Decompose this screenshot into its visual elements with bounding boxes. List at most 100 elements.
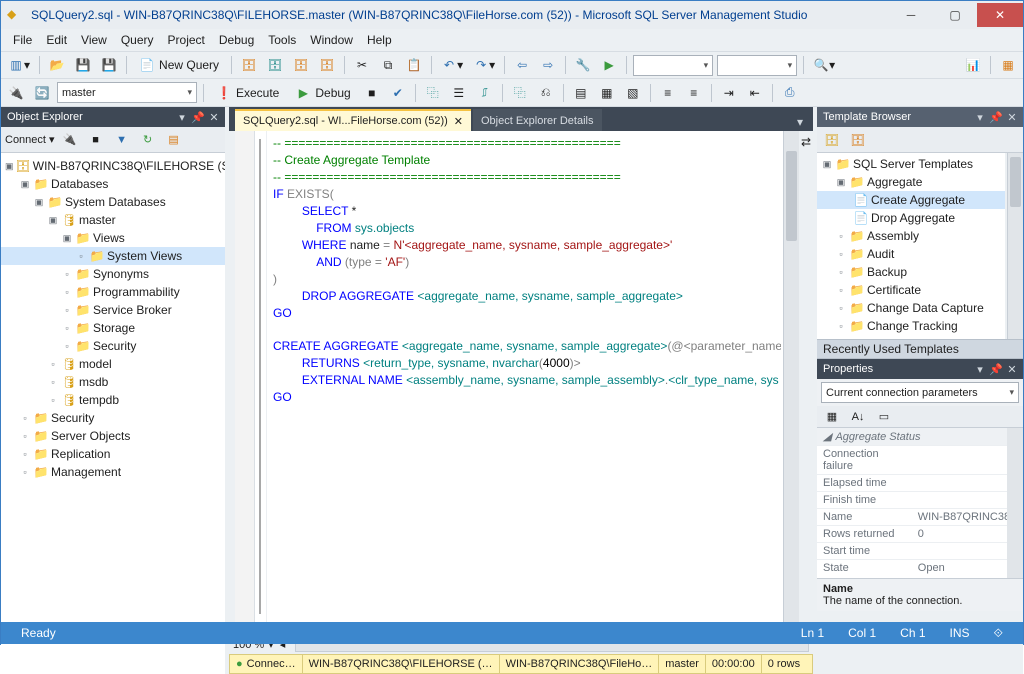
tmpl-create-aggregate[interactable]: 📄Create Aggregate xyxy=(817,191,1005,209)
tmpl-aggregate[interactable]: ▣📁Aggregate xyxy=(817,173,1005,191)
paste-icon[interactable]: 📋 xyxy=(403,54,425,76)
properties-icon[interactable]: 🔧 xyxy=(572,54,594,76)
uncomment-icon[interactable]: ≡ xyxy=(683,82,705,104)
save-icon[interactable]: 💾 xyxy=(72,54,94,76)
cancel-query-icon[interactable]: ■ xyxy=(361,82,383,104)
tree-tempdb[interactable]: ▫🛢tempdb xyxy=(1,391,225,409)
dmx-query-icon[interactable]: 🗄 xyxy=(290,54,312,76)
find-icon[interactable]: 🔍▾ xyxy=(810,54,838,76)
solution-config-combo[interactable] xyxy=(633,55,713,76)
oe-refresh-icon[interactable]: ↻ xyxy=(137,129,159,151)
tree-servicebroker[interactable]: ▫📁Service Broker xyxy=(1,301,225,319)
tree-programmability[interactable]: ▫📁Programmability xyxy=(1,283,225,301)
tmpl-assembly[interactable]: ▫📁Assembly xyxy=(817,227,1005,245)
tmpl-backup[interactable]: ▫📁Backup xyxy=(817,263,1005,281)
database-combo[interactable]: master xyxy=(57,82,197,103)
tree-server-objects[interactable]: ▫📁Server Objects xyxy=(1,427,225,445)
tree-security[interactable]: ▫📁Security xyxy=(1,409,225,427)
status-resize-icon[interactable]: ⟐ xyxy=(982,626,1015,641)
tmpl-pin-icon[interactable]: 📌 xyxy=(989,111,1003,124)
tree-storage[interactable]: ▫📁Storage xyxy=(1,319,225,337)
props-pages-icon[interactable]: ▭ xyxy=(873,406,895,428)
template-values-icon[interactable]: ⎙ xyxy=(779,82,801,104)
tree-msdb[interactable]: ▫🛢msdb xyxy=(1,373,225,391)
props-dropdown-icon[interactable]: ▾ xyxy=(973,363,987,376)
tmpl-as-icon[interactable]: 🗄 xyxy=(847,129,869,151)
menu-project[interactable]: Project xyxy=(162,31,211,49)
menu-edit[interactable]: Edit xyxy=(40,31,73,49)
tree-model[interactable]: ▫🛢model xyxy=(1,355,225,373)
tmpl-vscroll[interactable] xyxy=(1007,153,1023,339)
copy-icon[interactable]: ⧉ xyxy=(377,54,399,76)
menu-file[interactable]: File xyxy=(7,31,38,49)
menu-tools[interactable]: Tools xyxy=(262,31,302,49)
tmpl-dropdown-icon[interactable]: ▾ xyxy=(973,111,987,124)
as-query-icon[interactable]: 🗄 xyxy=(264,54,286,76)
tree-server-root[interactable]: ▣🗄WIN-B87QRINC38Q\FILEHORSE (SQL Ser xyxy=(1,157,225,175)
menu-debug[interactable]: Debug xyxy=(213,31,260,49)
props-vscroll[interactable] xyxy=(1007,428,1023,578)
actual-plan-icon[interactable]: ⿻ xyxy=(509,82,531,104)
tree-master[interactable]: ▣🛢master xyxy=(1,211,225,229)
registered-servers-icon[interactable]: ▦ xyxy=(997,54,1019,76)
menu-window[interactable]: Window xyxy=(304,31,359,49)
results-to-file-icon[interactable]: ▧ xyxy=(622,82,644,104)
db-disconnected-icon[interactable]: 🔌 xyxy=(5,82,27,104)
tmpl-sqlserver-icon[interactable]: 🗄 xyxy=(821,129,843,151)
tree-databases[interactable]: ▣📁Databases xyxy=(1,175,225,193)
tmpl-root[interactable]: ▣📁SQL Server Templates xyxy=(817,155,1005,173)
template-tree[interactable]: ▣📁SQL Server Templates ▣📁Aggregate 📄Crea… xyxy=(817,153,1005,339)
redo-icon[interactable]: ↷▾ xyxy=(470,54,498,76)
props-close-icon[interactable]: ✕ xyxy=(1005,363,1019,376)
tab-sqlquery2[interactable]: SQLQuery2.sql - WI...FileHorse.com (52))… xyxy=(235,109,471,131)
db-engine-query-icon[interactable]: 🗄 xyxy=(238,54,260,76)
tree-replication[interactable]: ▫📁Replication xyxy=(1,445,225,463)
nav-back-icon[interactable]: ⇦ xyxy=(511,54,533,76)
tmpl-certificate[interactable]: ▫📁Certificate xyxy=(817,281,1005,299)
tmpl-audit[interactable]: ▫📁Audit xyxy=(817,245,1005,263)
save-all-icon[interactable]: 💾 xyxy=(98,54,120,76)
tree-system-views[interactable]: ▫📁System Views xyxy=(1,247,225,265)
oe-disconnect-icon[interactable]: 🔌 xyxy=(59,129,81,151)
editor-vscroll[interactable] xyxy=(783,131,799,634)
open-file-icon[interactable]: 📂 xyxy=(46,54,68,76)
outdent-icon[interactable]: ⇤ xyxy=(744,82,766,104)
tree-synonyms[interactable]: ▫📁Synonyms xyxy=(1,265,225,283)
menu-query[interactable]: Query xyxy=(115,31,160,49)
minimize-button[interactable]: ─ xyxy=(889,3,933,27)
tmpl-drop-aggregate[interactable]: 📄Drop Aggregate xyxy=(817,209,1005,227)
undo-icon[interactable]: ↶▾ xyxy=(438,54,466,76)
comment-icon[interactable]: ≡ xyxy=(657,82,679,104)
execute-button[interactable]: ❗Execute xyxy=(210,82,285,104)
intellisense-icon[interactable]: ⎎ xyxy=(474,82,496,104)
indent-icon[interactable]: ⇥ xyxy=(718,82,740,104)
solution-platform-combo[interactable] xyxy=(717,55,797,76)
query-options-icon[interactable]: ☰ xyxy=(448,82,470,104)
editor-nav-icon[interactable]: ⇄ xyxy=(799,131,813,634)
tree-system-databases[interactable]: ▣📁System Databases xyxy=(1,193,225,211)
new-project-icon[interactable]: ▥▾ xyxy=(5,54,33,76)
tmpl-cdc[interactable]: ▫📁Change Data Capture xyxy=(817,299,1005,317)
oe-pin-icon[interactable]: 📌 xyxy=(191,111,205,124)
results-to-text-icon[interactable]: ▤ xyxy=(570,82,592,104)
oe-report-icon[interactable]: ▤ xyxy=(163,129,185,151)
new-query-button[interactable]: 📄New Query xyxy=(133,54,225,76)
debug-button[interactable]: ▶Debug xyxy=(289,82,356,104)
props-categorized-icon[interactable]: ▦ xyxy=(821,406,843,428)
nav-fwd-icon[interactable]: ⇨ xyxy=(537,54,559,76)
tree-security-db[interactable]: ▫📁Security xyxy=(1,337,225,355)
props-alpha-icon[interactable]: A↓ xyxy=(847,406,869,428)
menu-view[interactable]: View xyxy=(75,31,113,49)
tab-object-explorer-details[interactable]: Object Explorer Details xyxy=(473,109,602,131)
tab-dropdown-icon[interactable]: ▾ xyxy=(793,113,807,131)
tmpl-close-icon[interactable]: ✕ xyxy=(1005,111,1019,124)
sql-editor[interactable]: -- =====================================… xyxy=(267,131,781,634)
properties-object-combo[interactable]: Current connection parameters xyxy=(821,382,1019,403)
oe-close-icon[interactable]: ✕ xyxy=(207,111,221,124)
client-stats-icon[interactable]: ⎌ xyxy=(535,82,557,104)
close-button[interactable]: ✕ xyxy=(977,3,1023,27)
estimated-plan-icon[interactable]: ⿻ xyxy=(422,82,444,104)
change-connection-icon[interactable]: 🔄 xyxy=(31,82,53,104)
tree-management[interactable]: ▫📁Management xyxy=(1,463,225,481)
results-to-grid-icon[interactable]: ▦ xyxy=(596,82,618,104)
